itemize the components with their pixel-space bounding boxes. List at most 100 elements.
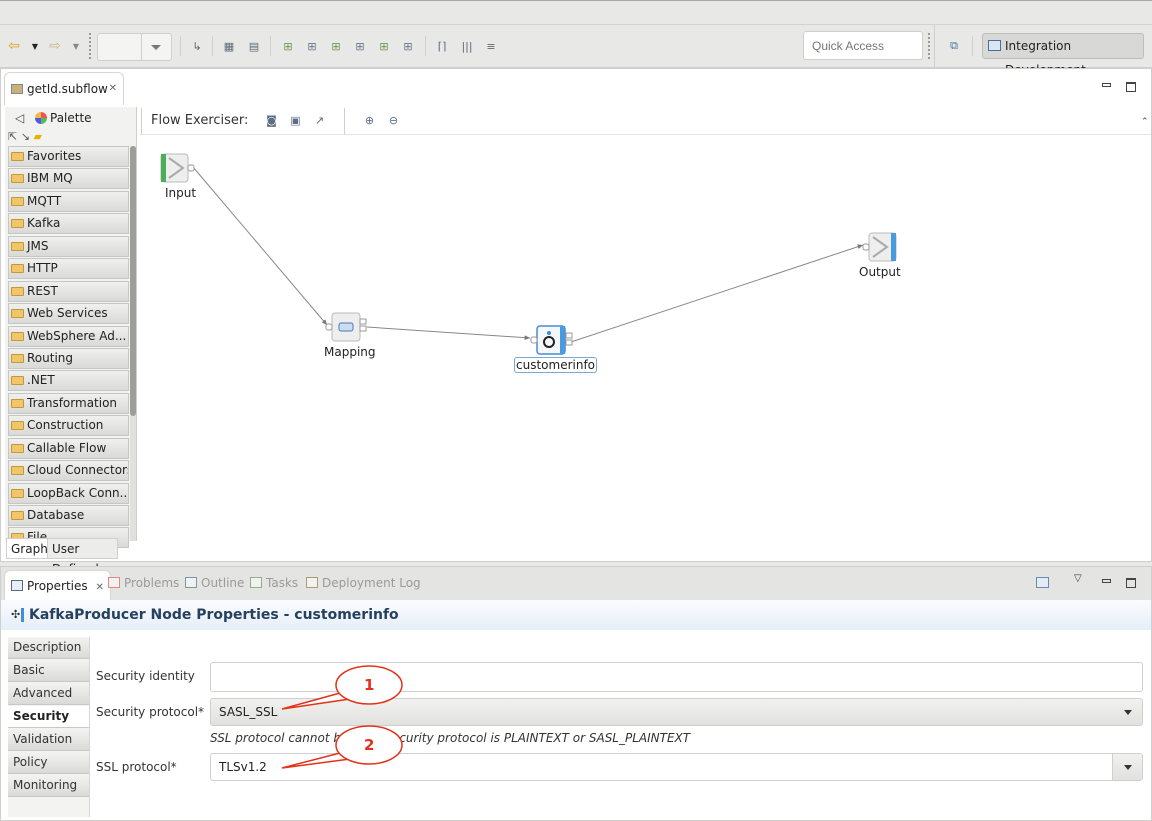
maximize-icon[interactable] bbox=[1126, 82, 1136, 92]
note-tool-icon[interactable]: ▰ bbox=[33, 130, 41, 143]
connection-input-mapping[interactable] bbox=[192, 166, 328, 326]
security-identity-input[interactable] bbox=[210, 662, 1143, 692]
collapse-palette-icon[interactable]: ◁ bbox=[15, 107, 24, 129]
forward-arrow-icon[interactable]: ⇨ bbox=[48, 38, 62, 54]
palette-drawer[interactable]: IBM MQ bbox=[8, 168, 129, 190]
palette-drawer[interactable]: Database bbox=[8, 505, 129, 526]
align-middle-icon[interactable]: ⊞ bbox=[377, 39, 391, 53]
section-tab-policy[interactable]: Policy bbox=[8, 752, 89, 774]
tab-tasks-label: Tasks bbox=[266, 576, 299, 590]
tab-deployment-log[interactable]: Deployment Log bbox=[306, 573, 421, 593]
toolbar-separator bbox=[934, 25, 935, 68]
align-bottom-icon[interactable]: ⊞ bbox=[401, 39, 415, 53]
node-label-output[interactable]: Output bbox=[859, 265, 901, 279]
view-menu-icon[interactable]: ▽ bbox=[1074, 573, 1082, 584]
quick-access-input[interactable] bbox=[803, 31, 923, 60]
section-tab-description[interactable]: Description bbox=[8, 637, 89, 659]
match-width-icon[interactable]: ⌈⌉ bbox=[435, 39, 449, 53]
back-arrow-icon[interactable]: ⇦ bbox=[7, 38, 21, 54]
align-center-icon[interactable]: ⊞ bbox=[305, 39, 319, 53]
align-top-icon[interactable]: ⊞ bbox=[353, 39, 367, 53]
properties-title-text: KafkaProducer Node Properties - customer… bbox=[29, 607, 399, 623]
zoom-combo[interactable] bbox=[97, 33, 172, 61]
tab-outline[interactable]: Outline bbox=[185, 573, 244, 593]
security-protocol-label: Security protocol* bbox=[96, 705, 205, 719]
palette-drawer[interactable]: HTTP bbox=[8, 258, 129, 280]
align-left-icon[interactable]: ⊞ bbox=[281, 39, 295, 53]
folder-icon bbox=[11, 241, 24, 251]
palette-drawer[interactable]: Cloud Connectors bbox=[8, 460, 129, 482]
input-node[interactable] bbox=[160, 153, 195, 183]
properties-view: Properties ✕ Problems Outline Tasks Depl… bbox=[0, 566, 1152, 821]
palette-drawer[interactable]: Favorites bbox=[8, 146, 129, 167]
section-tab-basic[interactable]: Basic bbox=[8, 660, 89, 682]
palette-drawer[interactable]: MQTT bbox=[8, 190, 129, 212]
layout-icon[interactable]: ≡ bbox=[484, 39, 498, 53]
connection-icon[interactable]: ↳ bbox=[190, 39, 204, 53]
palette-drawer[interactable]: Callable Flow bbox=[8, 437, 129, 459]
mapping-node[interactable] bbox=[325, 312, 367, 342]
palette-tools: ⇱ ↘ ▰ bbox=[8, 130, 42, 144]
align-right-icon[interactable]: ⊞ bbox=[329, 39, 343, 53]
output-node[interactable] bbox=[862, 232, 897, 262]
perspective-button[interactable]: Integration Development bbox=[982, 33, 1144, 77]
select-tool-icon[interactable]: ⇱ bbox=[8, 130, 17, 143]
palette-header[interactable]: ◁ Palette bbox=[5, 107, 137, 129]
palette-drawer[interactable]: WebSphere Ad... bbox=[8, 325, 129, 347]
section-tab-security[interactable]: Security bbox=[8, 706, 89, 728]
security-protocol-select[interactable]: SASL_SSL bbox=[210, 698, 1143, 726]
toolbar-grip[interactable] bbox=[928, 33, 930, 59]
section-tab-advanced[interactable]: Advanced bbox=[8, 683, 89, 705]
editor-tab-label: getId.subflow bbox=[27, 82, 108, 96]
palette-drawer[interactable]: Kafka bbox=[8, 213, 129, 235]
node-label-input[interactable]: Input bbox=[165, 186, 196, 200]
node-label-mapping[interactable]: Mapping bbox=[324, 345, 376, 359]
palette-drawer[interactable]: Routing bbox=[8, 347, 129, 369]
connection-mapping-customerinfo[interactable] bbox=[366, 326, 531, 341]
distribute-icon[interactable]: ||| bbox=[460, 39, 474, 53]
connection-tool-icon[interactable]: ↘ bbox=[21, 130, 30, 143]
editor-tab-getid-subflow[interactable]: getId.subflow ✕ bbox=[4, 72, 124, 105]
section-tab-monitoring[interactable]: Monitoring bbox=[8, 775, 89, 797]
tab-user-defined-properties[interactable]: User Defined Properties bbox=[47, 538, 118, 596]
tab-problems[interactable]: Problems bbox=[108, 573, 179, 593]
open-perspective-icon[interactable]: ⧉ bbox=[947, 39, 961, 53]
palette-scrollbar[interactable] bbox=[130, 146, 136, 541]
palette-drawer[interactable]: .NET bbox=[8, 370, 129, 392]
connection-customerinfo-output[interactable] bbox=[570, 244, 864, 343]
palette-drawer-label: .NET bbox=[27, 373, 55, 388]
minimize-icon[interactable] bbox=[1102, 579, 1111, 583]
minimize-icon[interactable] bbox=[1102, 83, 1111, 87]
palette-drawer[interactable]: Transformation bbox=[8, 392, 129, 414]
scrollbar-thumb[interactable] bbox=[130, 146, 136, 416]
tab-graph[interactable]: Graph bbox=[6, 538, 53, 559]
palette-drawer[interactable]: LoopBack Conn... bbox=[8, 482, 129, 504]
back-dropdown-icon[interactable]: ▼ bbox=[28, 39, 42, 53]
properties-title: ✣ KafkaProducer Node Properties - custom… bbox=[1, 600, 1151, 630]
palette-drawer-label: Cloud Connectors bbox=[27, 463, 129, 478]
palette-drawer[interactable]: REST bbox=[8, 280, 129, 302]
ssl-protocol-combo[interactable]: TLSv1.2 bbox=[210, 753, 1143, 781]
palette-drawer[interactable]: Web Services bbox=[8, 303, 129, 325]
palette-drawer-label: Kafka bbox=[27, 216, 61, 231]
toolbar-grip[interactable] bbox=[89, 33, 91, 59]
table-icon[interactable]: ▤ bbox=[247, 39, 261, 53]
close-icon[interactable]: ✕ bbox=[109, 73, 117, 105]
node-label-customerinfo[interactable]: customerinfo bbox=[514, 357, 598, 373]
section-tab-validation[interactable]: Validation bbox=[8, 729, 89, 751]
chevron-down-icon bbox=[151, 45, 161, 50]
palette-drawer[interactable]: Construction bbox=[8, 415, 129, 437]
flow-canvas[interactable]: Flow Exerciser: ◙ ▣ ↗ ⊕ ⊖ ⌃ Input Mappin… bbox=[139, 105, 1151, 539]
grid-icon[interactable]: ▦ bbox=[222, 39, 236, 53]
forward-dropdown-icon[interactable]: ▼ bbox=[69, 39, 83, 53]
close-icon[interactable]: ✕ bbox=[95, 582, 103, 593]
tab-properties[interactable]: Properties ✕ bbox=[4, 570, 111, 600]
folder-icon bbox=[11, 398, 24, 408]
palette: ◁ Palette ⇱ ↘ ▰ Favorites IBM MQ MQTT Kafka… bbox=[5, 107, 137, 549]
customerinfo-kafka-node[interactable] bbox=[530, 325, 573, 355]
maximize-icon[interactable] bbox=[1126, 578, 1136, 588]
tab-tasks[interactable]: Tasks bbox=[250, 573, 299, 593]
palette-drawer[interactable]: JMS bbox=[8, 235, 129, 257]
palette-drawer-label: REST bbox=[27, 283, 58, 298]
pin-view-icon[interactable] bbox=[1036, 577, 1049, 588]
